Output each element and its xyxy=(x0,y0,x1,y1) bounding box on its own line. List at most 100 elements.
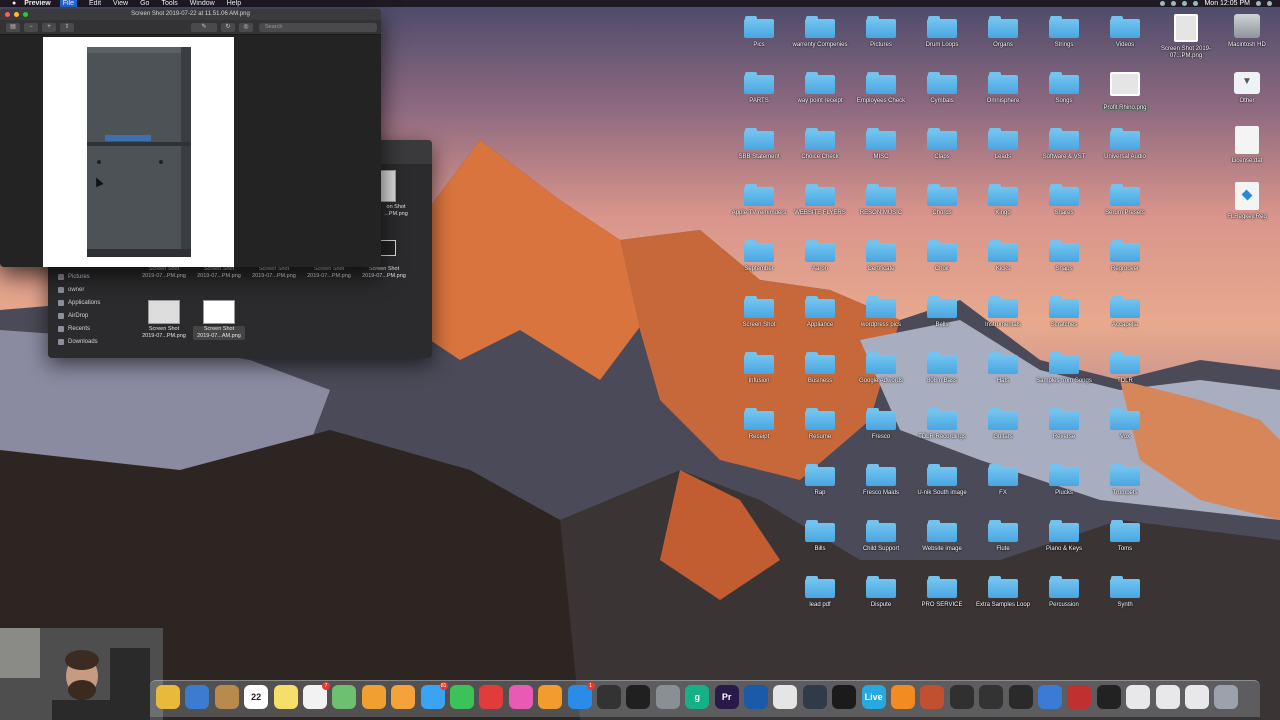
messages-icon[interactable]: 81 xyxy=(420,682,448,709)
desktop-item[interactable]: Hats xyxy=(971,352,1035,385)
desktop-item[interactable]: Instrumentals xyxy=(971,296,1035,329)
desktop-item[interactable]: Songs xyxy=(1032,72,1096,105)
desktop-item[interactable]: Vox xyxy=(1093,408,1157,441)
desktop-item[interactable]: lead pdf xyxy=(788,576,852,609)
piano-icon[interactable] xyxy=(626,685,651,709)
volume-icon[interactable] xyxy=(1182,1,1188,6)
apple-menu-icon[interactable]: ● xyxy=(12,0,16,7)
share-button[interactable]: ⇧ xyxy=(60,22,74,32)
status-icon[interactable] xyxy=(1160,1,1166,6)
browser-icon[interactable] xyxy=(744,685,768,709)
desktop-item[interactable]: Accapella xyxy=(1093,296,1157,329)
pages-icon[interactable] xyxy=(391,685,416,709)
desktop-item[interactable]: Trumpets xyxy=(1093,464,1157,497)
itunes-icon[interactable] xyxy=(508,685,533,709)
facetime-icon[interactable] xyxy=(450,685,474,709)
reminders-icon[interactable]: 7 xyxy=(303,682,330,709)
desktop-item[interactable]: Claps xyxy=(910,128,974,161)
desktop-item[interactable]: Extra Samples Loop xyxy=(971,576,1035,609)
desktop-item[interactable]: Appliance xyxy=(788,296,852,329)
desktop-item[interactable]: Fresco Maids xyxy=(849,464,913,497)
desktop-item[interactable]: Organs xyxy=(971,16,1035,49)
desktop-item[interactable]: Child Support xyxy=(849,520,913,553)
desktop-item[interactable]: Piano & Keys xyxy=(1032,520,1096,553)
maps-icon[interactable] xyxy=(332,685,357,709)
desktop-item[interactable]: Infusion xyxy=(727,352,791,385)
desktop-item[interactable]: Toms xyxy=(1093,520,1157,553)
desktop-item[interactable]: wordpress pics xyxy=(849,296,913,329)
desktop-item[interactable]: PRO SERVICE xyxy=(910,576,974,609)
preview-window[interactable]: Screen Shot 2019-07-22 at 11.51.06 AM.pn… xyxy=(0,9,381,267)
file-item[interactable]: Screen Shot 2019-07...PM.png xyxy=(138,300,190,340)
davinci-icon[interactable] xyxy=(802,685,827,709)
desktop-item[interactable]: Employees Check xyxy=(849,72,913,105)
annotate-button[interactable]: ◎ xyxy=(239,22,253,32)
desktop-item[interactable]: Bills xyxy=(788,520,852,553)
desktop-item[interactable]: Certificate xyxy=(849,240,913,273)
ableton-live-icon[interactable]: Live xyxy=(861,685,886,709)
sidebar-item-recents[interactable]: Recents xyxy=(48,322,133,335)
desktop-item[interactable]: Kingo xyxy=(971,184,1035,217)
battery-icon[interactable] xyxy=(1193,1,1199,6)
zoom-icon[interactable] xyxy=(23,12,28,17)
desktop-item[interactable]: Fresco xyxy=(849,408,913,441)
dropbox-icon[interactable] xyxy=(1008,685,1033,709)
desktop-item[interactable]: Business xyxy=(788,352,852,385)
wifi-icon[interactable] xyxy=(1171,1,1177,6)
close-icon[interactable] xyxy=(5,12,10,17)
desktop-item[interactable]: WEBSITE FLYERS xyxy=(788,184,852,217)
desktop-item[interactable]: Pictures xyxy=(849,16,913,49)
desktop-item[interactable]: Google Adwords xyxy=(849,352,913,385)
photos-icon[interactable] xyxy=(361,685,386,709)
desktop-item[interactable]: TDLR xyxy=(1093,352,1157,385)
file-item[interactable]: Screen Shot 2019-07...PM.png xyxy=(248,266,300,280)
desktop-item[interactable]: Screen Shot 2019-07...PM.png xyxy=(1154,14,1218,60)
desktop-item[interactable]: SBB Statement xyxy=(727,128,791,161)
sidebar-item-airdrop[interactable]: AirDrop xyxy=(48,309,133,322)
desktop-item[interactable]: Drum Loops xyxy=(910,16,974,49)
desktop-item[interactable]: Percussion xyxy=(1032,576,1096,609)
desktop-item[interactable]: Rap xyxy=(788,464,852,497)
desktop-item[interactable]: Dispute xyxy=(849,576,913,609)
spotlight-icon[interactable] xyxy=(1256,1,1261,6)
logic-icon[interactable] xyxy=(1096,685,1121,709)
menu-app-name[interactable]: Preview xyxy=(24,0,50,7)
desktop-item[interactable]: September xyxy=(727,240,791,273)
file-item[interactable]: Screen Shot 2019-07...AM.png xyxy=(193,300,245,340)
desktop-item[interactable]: Receipt xyxy=(727,408,791,441)
trash-icon[interactable] xyxy=(1214,685,1239,709)
desktop-item[interactable]: Aaron xyxy=(788,240,852,273)
finder-icon[interactable] xyxy=(1038,685,1062,709)
desktop-item[interactable]: way point receipt xyxy=(788,72,852,105)
desktop-item[interactable]: Guitars xyxy=(971,408,1035,441)
desktop-item[interactable]: Apple TV remimders xyxy=(727,184,791,217)
zoom-in-button[interactable]: + xyxy=(42,22,56,32)
desktop-item[interactable]: 808 n Bass xyxy=(910,352,974,385)
desktop-item[interactable]: TDLR Recordings xyxy=(910,408,974,441)
menu-edit[interactable]: Edit xyxy=(89,0,101,7)
zoom-out-button[interactable]: − xyxy=(24,22,38,32)
file-item[interactable]: Screen Shot 2019-07...PM.png xyxy=(303,266,355,280)
contacts-icon[interactable] xyxy=(214,685,239,709)
desktop-item[interactable]: Videos xyxy=(1093,16,1157,49)
preview-icon[interactable] xyxy=(185,685,210,709)
desktop-item[interactable]: Synth xyxy=(1093,576,1157,609)
desktop-item[interactable]: FX xyxy=(971,464,1035,497)
desktop-item[interactable]: Plucks xyxy=(1032,464,1096,497)
menu-help[interactable]: Help xyxy=(227,0,241,7)
menu-view[interactable]: View xyxy=(113,0,128,7)
sidebar-toggle-button[interactable]: ▤ xyxy=(6,22,20,32)
reason-icon[interactable] xyxy=(920,685,945,709)
desktop-item[interactable]: Reverse xyxy=(1032,408,1096,441)
desktop-item[interactable]: Website image xyxy=(910,520,974,553)
desktop-item[interactable]: Flute xyxy=(971,520,1035,553)
desktop-item[interactable]: Universal Audio xyxy=(1093,128,1157,161)
sidebar-item-applications[interactable]: Applications xyxy=(48,296,133,309)
desktop-item[interactable]: warrenty Compenies xyxy=(788,16,852,49)
fl-studio-icon[interactable] xyxy=(891,685,915,709)
file-item[interactable]: Screen Shot 2019-07...PM.png xyxy=(193,266,245,280)
ibooks-icon[interactable] xyxy=(538,685,563,709)
desktop-item[interactable]: Screen Shot xyxy=(727,296,791,329)
desktop-item[interactable]: Software & VST xyxy=(1032,128,1096,161)
file-item[interactable]: Screen Shot 2019-07...PM.png xyxy=(138,266,190,280)
